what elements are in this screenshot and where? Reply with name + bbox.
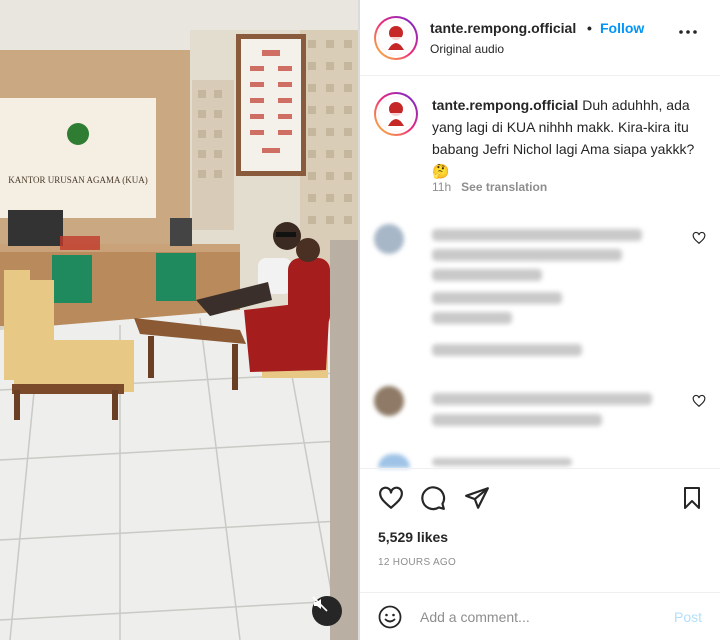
comment-icon[interactable] <box>420 485 446 511</box>
follow-button[interactable]: Follow <box>600 20 644 36</box>
post-video[interactable]: KANTOR URUSAN AGAMA (KUA) <box>0 0 358 640</box>
post-timestamp[interactable]: 12 HOURS AGO <box>378 557 456 568</box>
comment-meta-redacted <box>432 292 562 304</box>
post-comment-button[interactable]: Post <box>674 609 702 625</box>
brand-logo-icon <box>379 97 413 131</box>
post-header: tante.rempong.official • Follow Original… <box>360 0 720 76</box>
original-audio-link[interactable]: Original audio <box>430 42 504 56</box>
comment-text-redacted <box>432 414 602 426</box>
commenter-avatar[interactable] <box>374 386 404 416</box>
comment-text-redacted <box>432 393 652 405</box>
comment-input[interactable] <box>420 607 660 627</box>
emoji-icon[interactable] <box>378 605 402 629</box>
post-actions: 5,529 likes 12 HOURS AGO <box>360 468 720 586</box>
post-panel: tante.rempong.official • Follow Original… <box>360 0 720 640</box>
commenter-avatar[interactable] <box>378 454 410 468</box>
comment-bar: Post <box>360 592 720 640</box>
caption-time: 11h <box>432 180 452 194</box>
author-username[interactable]: tante.rempong.official <box>430 20 576 36</box>
kua-sign-text: KANTOR URUSAN AGAMA (KUA) <box>8 175 148 185</box>
bookmark-icon[interactable] <box>680 485 704 511</box>
comment-meta-redacted <box>432 312 512 324</box>
caption-avatar[interactable] <box>374 92 418 136</box>
see-translation-link[interactable]: See translation <box>461 180 547 194</box>
likes-count[interactable]: 5,529 likes <box>378 529 448 545</box>
brand-logo-icon <box>379 21 413 55</box>
comment-text-redacted <box>432 249 622 261</box>
comment-text-redacted <box>432 458 572 466</box>
send-icon[interactable] <box>464 485 490 511</box>
mute-button[interactable] <box>312 596 342 626</box>
view-replies-redacted <box>432 344 582 356</box>
more-options-button[interactable] <box>678 22 698 48</box>
comment-text-redacted <box>432 269 542 281</box>
caption-meta: 11h See translation <box>432 180 547 194</box>
commenter-avatar[interactable] <box>374 224 404 254</box>
comment-text-redacted <box>432 229 642 241</box>
speaker-muted-icon <box>312 596 328 612</box>
header-separator: • <box>587 20 592 36</box>
caption-username[interactable]: tante.rempong.official <box>432 97 578 113</box>
caption-body: tante.rempong.official Duh aduhhh, ada ya… <box>432 94 706 182</box>
heart-icon[interactable] <box>378 485 404 511</box>
author-avatar[interactable] <box>374 16 418 60</box>
more-horizontal-icon <box>679 30 697 34</box>
video-frame: KANTOR URUSAN AGAMA (KUA) <box>0 0 358 640</box>
comment-like-heart-icon[interactable] <box>692 394 706 408</box>
comment-like-heart-icon[interactable] <box>692 231 706 245</box>
